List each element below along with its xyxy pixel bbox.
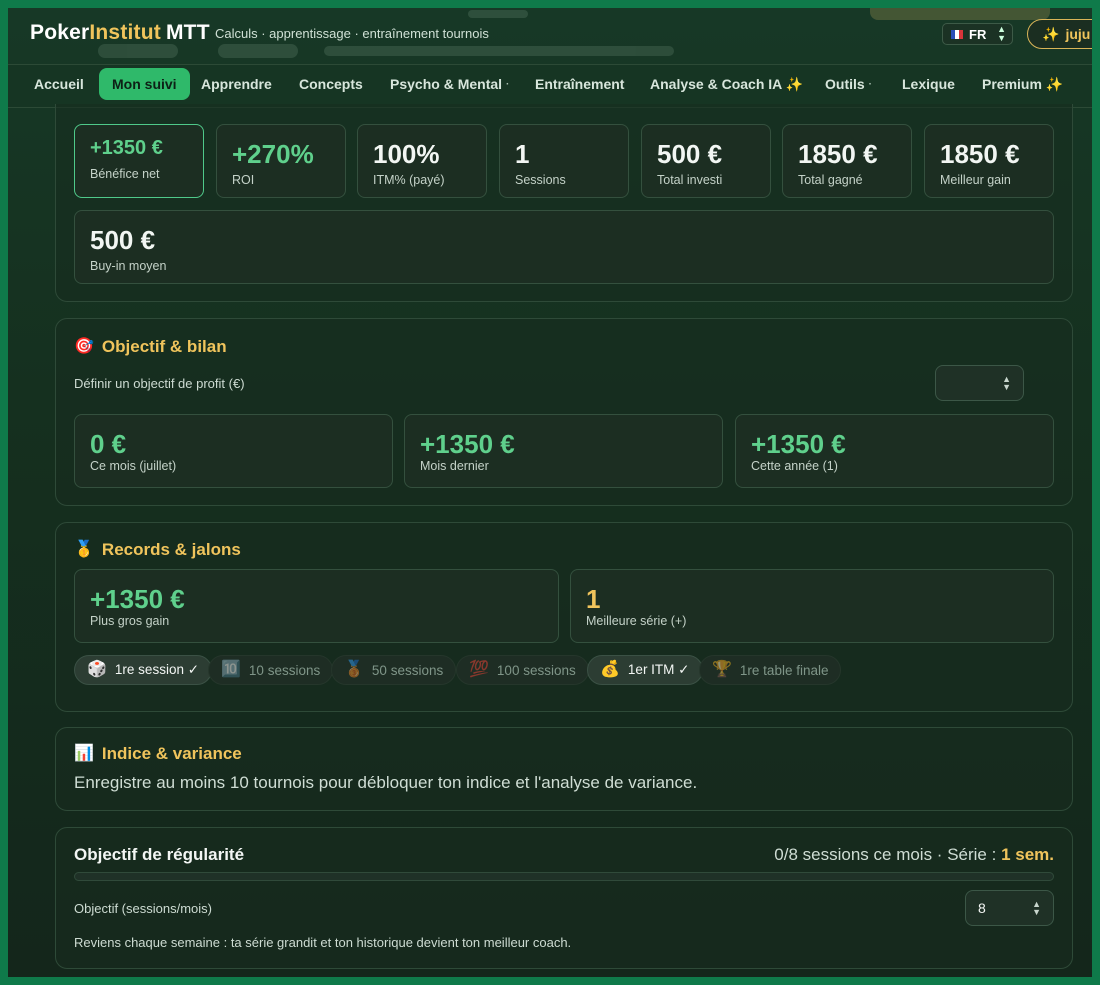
objective-title: 🎯 Objectif & bilan: [74, 337, 227, 356]
stat-card-sessions: 1 Sessions: [499, 124, 629, 198]
tagline: Calculs · apprentissage · entraînement t…: [215, 26, 489, 41]
stat-label: Ce mois (juillet): [90, 459, 177, 473]
stat-value: 500 €: [657, 139, 723, 169]
stat-value: +1350 €: [90, 584, 185, 614]
regularity-panel: Objectif de régularité 0/8 sessions ce m…: [55, 827, 1073, 969]
stat-value: 1850 €: [940, 139, 1020, 169]
tab-accueil[interactable]: Accueil: [21, 68, 97, 100]
regularity-summary: 0/8 sessions ce mois · Série : 1 sem.: [774, 845, 1054, 864]
stat-value: 1850 €: [798, 139, 878, 169]
stat-value: +1350 €: [90, 137, 163, 159]
stat-card-best-win: 1850 € Meilleur gain: [924, 124, 1054, 198]
language-label: FR: [969, 26, 987, 42]
records-title: 🥇 Records & jalons: [74, 540, 241, 559]
variance-message: Enregistre au moins 10 tournois pour déb…: [74, 773, 698, 792]
records-panel: 🥇 Records & jalons +1350 € Plus gros gai…: [55, 522, 1073, 712]
variance-title: 📊 Indice & variance: [74, 744, 242, 763]
tab-outils[interactable]: Outils ·: [812, 68, 885, 100]
tab-entrainement[interactable]: Entraînement: [522, 68, 637, 100]
stats-panel: +1350 € Bénéfice net +270% ROI 100% ITM%…: [55, 104, 1073, 302]
stat-value: 1: [515, 139, 530, 169]
stat-value: 0 €: [90, 429, 127, 459]
best-streak-card: 1 Meilleure série (+): [570, 569, 1054, 643]
stat-card-net-profit: +1350 € Bénéfice net: [74, 124, 204, 198]
stat-label: Total gagné: [798, 173, 863, 187]
select-arrows-icon: ▲ ▼: [997, 24, 1006, 43]
french-flag-icon: [951, 29, 963, 39]
objective-field-label: Définir un objectif de profit (€): [74, 376, 245, 391]
month-profit-card: 0 € Ce mois (juillet): [74, 414, 393, 488]
objective-panel: 🎯 Objectif & bilan Définir un objectif d…: [55, 318, 1073, 506]
trophy-icon: 🏆: [712, 661, 732, 678]
stat-card-roi: +270% ROI: [216, 124, 346, 198]
stat-card-itm: 100% ITM% (payé): [357, 124, 487, 198]
stat-value: +1350 €: [420, 429, 515, 459]
regularity-title: Objectif de régularité: [74, 845, 245, 864]
main-nav: Accueil Mon suivi Apprendre Concepts Psy…: [8, 64, 1092, 108]
stat-label: Bénéfice net: [90, 167, 160, 181]
milestone-10-sessions: 🔟 10 sessions: [208, 655, 334, 685]
tab-concepts[interactable]: Concepts: [286, 68, 376, 100]
stat-label: Mois dernier: [420, 459, 489, 473]
stat-label: Buy-in moyen: [90, 259, 167, 273]
stat-value: 100%: [373, 139, 440, 169]
stat-label: Plus gros gain: [90, 614, 170, 628]
last-month-profit-card: +1350 € Mois dernier: [404, 414, 723, 488]
language-select[interactable]: FR ▲ ▼: [942, 23, 1013, 45]
stepper-arrows-icon[interactable]: ▲ ▼: [1032, 900, 1041, 917]
dropdown-dot-icon: ·: [506, 78, 510, 90]
stat-value: +270%: [232, 139, 314, 169]
tab-premium[interactable]: Premium ✨: [969, 68, 1076, 100]
stat-label: ITM% (payé): [373, 173, 445, 187]
stat-label: ROI: [232, 173, 255, 187]
money-bag-icon: 💰: [600, 661, 620, 678]
milestone-first-itm: 💰 1er ITM ✓: [587, 655, 703, 685]
bronze-medal-icon: 🥉: [344, 661, 364, 678]
biggest-win-card: +1350 € Plus gros gain: [74, 569, 559, 643]
stat-card-avg-buyin: 500 € Buy-in moyen: [74, 210, 1054, 284]
hundred-icon: 💯: [469, 661, 489, 678]
year-profit-card: +1350 € Cette année (1): [735, 414, 1054, 488]
bar-chart-icon: 📊: [74, 745, 94, 762]
dropdown-dot-icon: ·: [868, 78, 873, 90]
milestone-first-session: 🎲 1re session ✓: [74, 655, 213, 685]
logo[interactable]: PokerInstitut MTT: [30, 21, 210, 45]
sessions-goal-input[interactable]: 8 ▲ ▼: [965, 890, 1054, 926]
stat-label: Total investi: [657, 173, 723, 187]
top-header: PokerInstitut MTT Calculs · apprentissage…: [8, 8, 1092, 64]
tab-analyse-coach[interactable]: Analyse & Coach IA ✨: [637, 68, 816, 100]
medal-icon: 🥇: [74, 541, 94, 558]
stat-value: 1: [586, 584, 601, 614]
ten-icon: 🔟: [221, 661, 241, 678]
sessions-goal-label: Objectif (sessions/mois): [74, 901, 212, 916]
stat-label: Cette année (1): [751, 459, 838, 473]
stat-value: +1350 €: [751, 429, 846, 459]
variance-panel: 📊 Indice & variance Enregistre au moins …: [55, 727, 1073, 811]
sparkle-icon: ✨: [1042, 25, 1060, 42]
stat-value: 500 €: [90, 225, 156, 255]
stat-label: Meilleur gain: [940, 173, 1011, 187]
streak-value: 1 sem.: [1001, 845, 1054, 864]
milestone-final-table: 🏆 1re table finale: [699, 655, 842, 685]
profit-goal-input[interactable]: ▲ ▼: [935, 365, 1024, 401]
tab-psycho-mental[interactable]: Psycho & Mental ·: [377, 68, 522, 100]
regularity-tip: Reviens chaque semaine : ta série grandi…: [74, 935, 572, 950]
tab-mon-suivi[interactable]: Mon suivi: [99, 68, 190, 100]
dice-icon: 🎲: [87, 661, 107, 678]
stat-label: Sessions: [515, 173, 566, 187]
milestone-100-sessions: 💯 100 sessions: [456, 655, 589, 685]
app-window: PokerInstitut MTT Calculs · apprentissage…: [8, 8, 1092, 977]
tab-apprendre[interactable]: Apprendre: [188, 68, 285, 100]
milestones-row: 🎲 1re session ✓ 🔟 10 sessions 🥉 50 sessions…: [74, 655, 1054, 685]
user-name: juju: [1065, 26, 1091, 42]
regularity-progress-bar: [74, 872, 1054, 881]
stat-card-total-invested: 500 € Total investi: [641, 124, 771, 198]
stat-card-total-won: 1850 € Total gagné: [782, 124, 912, 198]
user-menu-button[interactable]: ✨ juju: [1027, 19, 1092, 49]
target-icon: 🎯: [74, 338, 94, 355]
tab-lexique[interactable]: Lexique: [889, 68, 968, 100]
stat-label: Meilleure série (+): [586, 614, 687, 628]
stepper-arrows-icon[interactable]: ▲ ▼: [1002, 375, 1011, 392]
milestone-50-sessions: 🥉 50 sessions: [331, 655, 457, 685]
